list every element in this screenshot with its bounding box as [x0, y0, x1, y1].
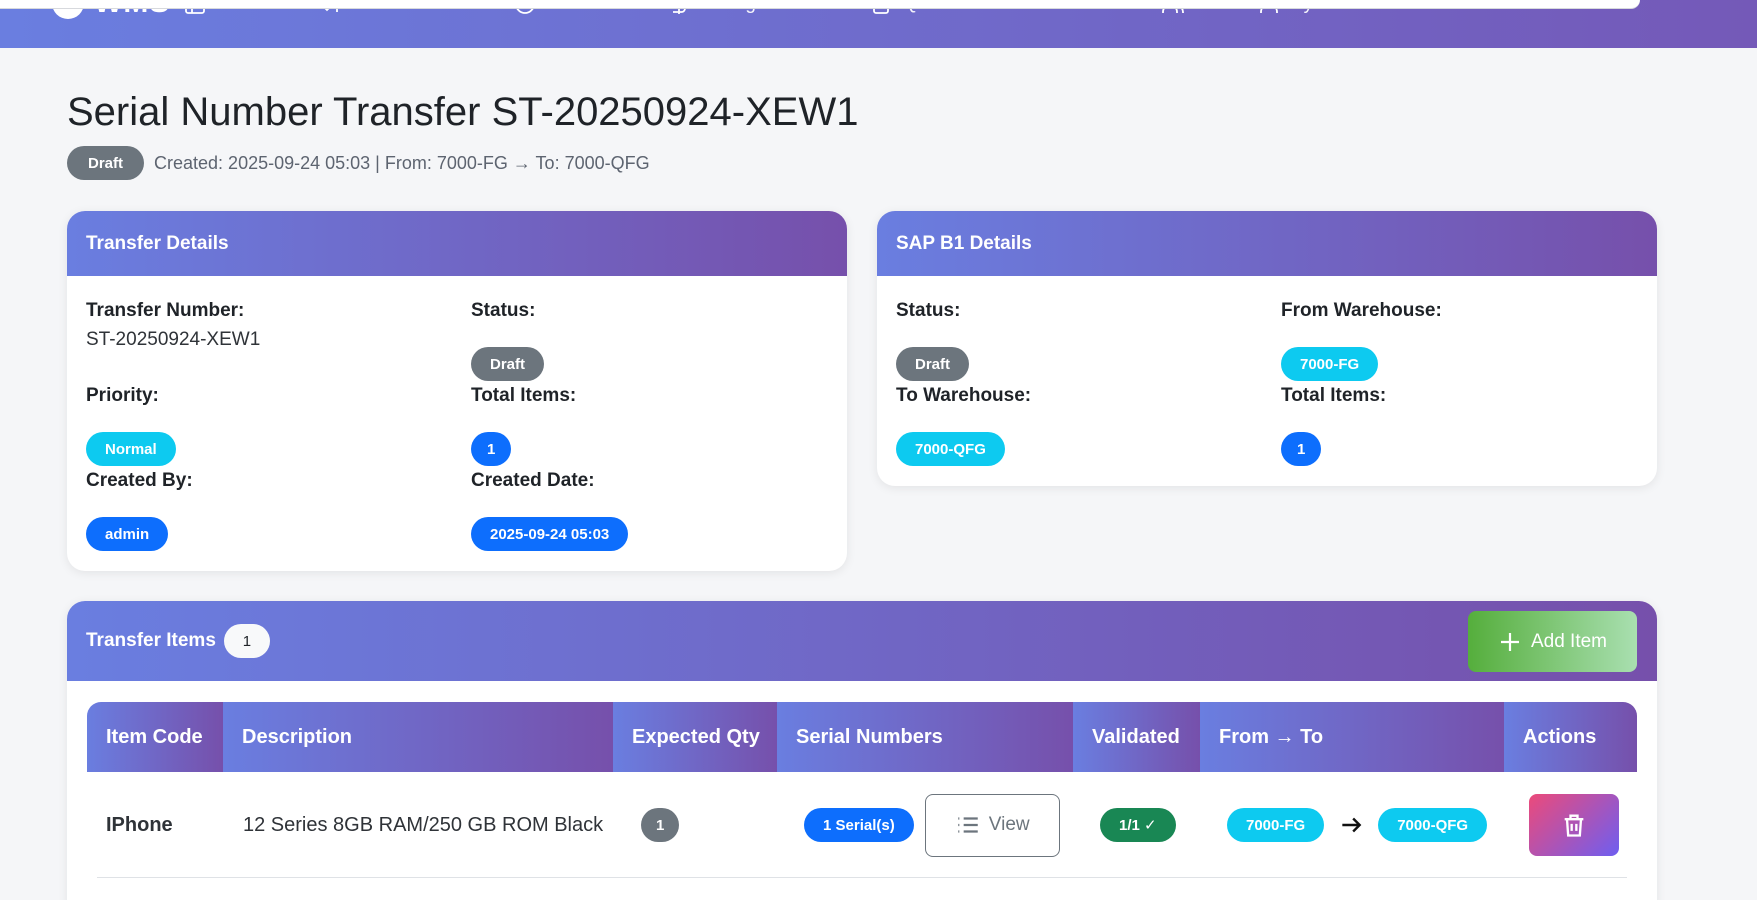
card-header: Transfer Details — [67, 211, 847, 276]
page-title: Serial Number Transfer ST-20250924-XEW1 — [67, 90, 859, 134]
field-created-by: Created By: admin — [86, 470, 193, 551]
status-badge: Draft — [471, 347, 545, 381]
sap-b1-details-card: SAP B1 Details Status: Draft From Wareho… — [877, 211, 1657, 486]
priority-badge: Normal — [86, 432, 176, 466]
col-expected-qty: Expected Qty — [613, 702, 777, 772]
expected-qty-badge: 1 — [641, 808, 680, 842]
transfer-items-card: Transfer Items 1 Add Item Item Code Desc… — [67, 601, 1657, 900]
transfer-items-table: Item Code Description Expected Qty Seria… — [87, 702, 1637, 878]
list-icon — [958, 817, 978, 833]
col-validated: Validated — [1073, 702, 1200, 772]
add-item-button[interactable]: Add Item — [1468, 611, 1637, 672]
from-warehouse-badge: 7000-FG — [1227, 808, 1325, 842]
field-sap-total-items: Total Items: 1 — [1281, 385, 1387, 466]
serial-count-badge: 1 Serial(s) — [804, 808, 914, 842]
cell-expected-qty: 1 — [641, 772, 680, 878]
col-from-to: From → To — [1200, 702, 1504, 772]
browser-chrome-edge — [0, 0, 1640, 9]
created-by-badge: admin — [86, 517, 169, 551]
field-sap-status: Status: Draft — [896, 300, 970, 381]
from-warehouse-badge: 7000-FG — [1281, 347, 1379, 381]
field-to-warehouse: To Warehouse: 7000-QFG — [896, 385, 1032, 466]
field-label: Priority: — [86, 385, 159, 406]
field-label: Created By: — [86, 470, 193, 491]
page-subheader: Draft Created: 2025-09-24 05:03 | From: … — [67, 146, 650, 180]
arrow-right-icon — [1342, 817, 1362, 833]
to-warehouse-badge: 7000-QFG — [1378, 808, 1488, 842]
field-label: Total Items: — [1281, 385, 1387, 406]
field-label: Total Items: — [471, 385, 577, 406]
delete-item-button[interactable] — [1529, 794, 1619, 856]
field-total-items: Total Items: 1 — [471, 385, 577, 466]
transfer-number-value: ST-20250924-XEW1 — [86, 329, 261, 350]
cell-item-code: IPhone — [106, 813, 173, 836]
trash-icon — [1564, 814, 1584, 837]
card-header: SAP B1 Details — [877, 211, 1657, 276]
table-header-row: Item Code Description Expected Qty Seria… — [87, 702, 1637, 772]
col-description: Description — [223, 702, 613, 772]
cell-serial-numbers: 1 Serial(s) View — [804, 772, 1060, 878]
page-subtitle: Created: 2025-09-24 05:03 | From: 7000-F… — [154, 152, 650, 173]
field-label: From Warehouse: — [1281, 300, 1442, 321]
view-label: View — [988, 814, 1030, 835]
total-items-badge: 1 — [471, 432, 512, 466]
field-label: Created Date: — [471, 470, 595, 491]
field-status: Status: Draft — [471, 300, 545, 381]
field-label: Status: — [471, 300, 536, 321]
created-date-badge: 2025-09-24 05:03 — [471, 517, 629, 551]
field-priority: Priority: Normal — [86, 385, 176, 466]
field-from-warehouse: From Warehouse: 7000-FG — [1281, 300, 1442, 381]
cell-from-to: 7000-FG 7000-QFG — [1227, 772, 1488, 878]
cell-validated: 1/1 ✓ — [1100, 772, 1176, 878]
items-card-header: Transfer Items 1 Add Item — [67, 601, 1657, 681]
plus-icon — [1500, 632, 1519, 651]
field-created-date: Created Date: 2025-09-24 05:03 — [471, 470, 629, 551]
add-item-label: Add Item — [1530, 630, 1608, 652]
items-card-title: Transfer Items — [86, 630, 216, 651]
validated-badge: 1/1 ✓ — [1100, 808, 1176, 842]
field-label: To Warehouse: — [896, 385, 1032, 406]
col-serial-numbers: Serial Numbers — [777, 702, 1073, 772]
total-items-badge: 1 — [1281, 432, 1322, 466]
field-transfer-number: Transfer Number: ST-20250924-XEW1 — [86, 300, 260, 351]
status-badge: Draft — [67, 146, 145, 180]
field-label: Transfer Number: — [86, 300, 245, 321]
items-count-badge: 1 — [223, 624, 270, 658]
col-item-code: Item Code — [87, 702, 223, 772]
transfer-details-card: Transfer Details Transfer Number: ST-202… — [67, 211, 847, 571]
field-label: Status: — [896, 300, 961, 321]
cell-description: 12 Series 8GB RAM/250 GB ROM Black — [243, 813, 604, 836]
status-badge: Draft — [896, 347, 970, 381]
table-row: IPhone 12 Series 8GB RAM/250 GB ROM Blac… — [97, 772, 1627, 878]
to-warehouse-badge: 7000-QFG — [896, 432, 1005, 466]
col-actions: Actions — [1504, 702, 1637, 772]
view-serials-button[interactable]: View — [924, 793, 1060, 857]
cell-actions — [1529, 772, 1619, 878]
